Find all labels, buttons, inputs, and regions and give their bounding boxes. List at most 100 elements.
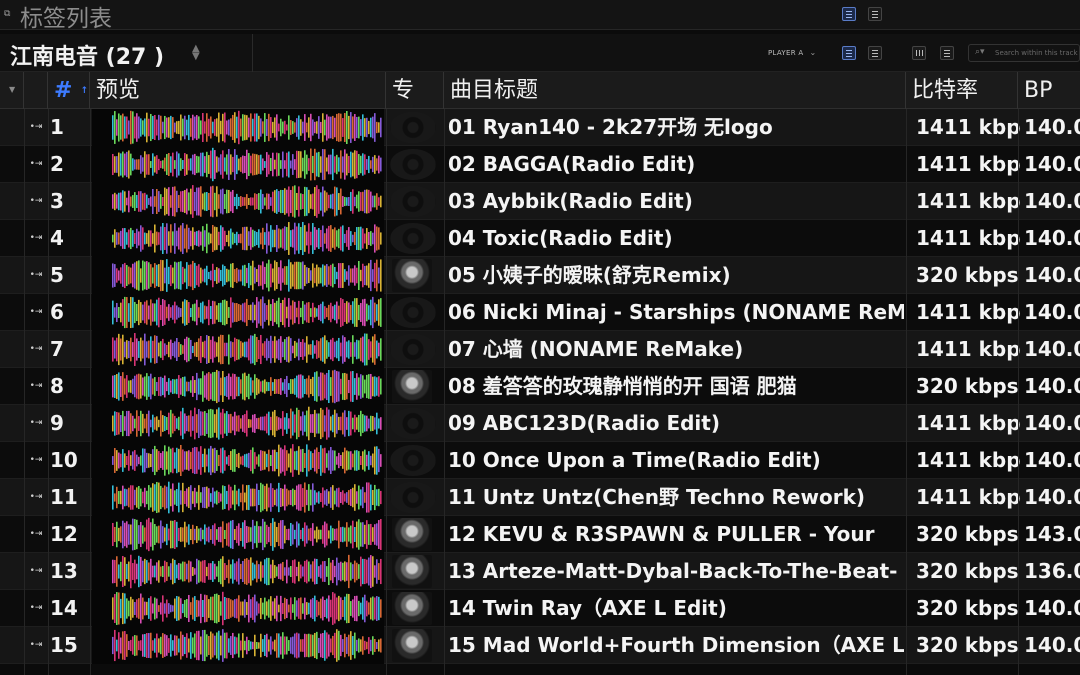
table-row[interactable]: •⇥4 04 Toxic(Radio Edit) 1411 kbp140.0 bbox=[0, 220, 1080, 257]
table-row[interactable]: •⇥ 1 01 Ryan140 - 2k27开场 无logo 1411 kbp 140.… bbox=[0, 109, 1080, 146]
waveform-preview[interactable] bbox=[92, 627, 384, 664]
column-artwork[interactable]: 专 bbox=[386, 72, 444, 109]
track-title: 14 Twin Ray（AXE L Edit) bbox=[448, 596, 727, 620]
track-bitrate: 1411 kbp bbox=[916, 300, 1020, 324]
tag-icon[interactable]: •⇥ bbox=[26, 442, 46, 479]
table-row[interactable]: •⇥ 11 11 Untz Untz(Chen野 Techno Rework) 141… bbox=[0, 479, 1080, 516]
track-bpm: 136.0 bbox=[1024, 559, 1080, 583]
table-row[interactable]: •⇥14 14 Twin Ray（AXE L Edit) 320 kbps140.0 bbox=[0, 590, 1080, 627]
tag-icon[interactable]: •⇥ bbox=[26, 405, 46, 442]
artwork bbox=[386, 516, 442, 553]
artwork bbox=[386, 183, 442, 220]
tag-icon[interactable]: •⇥ bbox=[26, 183, 46, 220]
column-view-icon[interactable] bbox=[912, 46, 926, 60]
tag-icon[interactable]: •⇥ bbox=[26, 146, 46, 183]
track-bpm: 140.0 bbox=[1024, 337, 1080, 361]
waveform-graphic bbox=[112, 110, 382, 145]
waveform-graphic bbox=[112, 591, 382, 626]
column-number-label: # bbox=[54, 78, 73, 103]
chevron-down-icon: ▼ bbox=[9, 85, 16, 94]
column-title[interactable]: 曲目标题 bbox=[444, 72, 906, 109]
table-row[interactable]: •⇥ 10 10 Once Upon a Time(Radio Edit) 1411 … bbox=[0, 442, 1080, 479]
waveform-graphic bbox=[112, 333, 382, 366]
sort-caret-icon[interactable]: ▲ ▼ bbox=[192, 44, 200, 62]
table-row[interactable]: •⇥ 12 12 KEVU & R3SPAWN & PULLER - Your 320… bbox=[0, 516, 1080, 553]
view-list-icon[interactable] bbox=[842, 7, 856, 21]
track-bitrate: 1411 kbp bbox=[916, 448, 1020, 472]
track-title: 11 Untz Untz(Chen野 Techno Rework) bbox=[448, 485, 866, 509]
track-title: 02 BAGGA(Radio Edit) bbox=[448, 152, 696, 176]
table-row[interactable]: •⇥3 03 Aybbik(Radio Edit) 1411 kbp140.0 bbox=[0, 183, 1080, 220]
waveform-preview[interactable] bbox=[92, 590, 384, 627]
tag-icon[interactable]: •⇥ bbox=[26, 294, 46, 331]
playlist-header: 江南电音 (27 ) ▲ ▼ PLAYER A ⌄ bbox=[0, 34, 1080, 72]
track-bpm: 140.0 bbox=[1024, 596, 1080, 620]
sort-asc-icon: ↑ bbox=[80, 85, 88, 96]
vinyl-disc-icon bbox=[390, 482, 436, 513]
waveform-preview[interactable] bbox=[92, 553, 384, 590]
column-number[interactable]: # ↑ bbox=[48, 72, 90, 109]
waveform-preview[interactable] bbox=[92, 516, 384, 553]
table-row[interactable]: •⇥ 15 15 Mad World+Fourth Dimension（AXE L 3… bbox=[0, 627, 1080, 664]
track-bitrate: 320 kbps bbox=[916, 374, 1019, 398]
waveform-preview[interactable] bbox=[92, 220, 384, 257]
track-bpm: 143.0 bbox=[1024, 522, 1080, 546]
waveform-preview[interactable] bbox=[92, 368, 384, 405]
grid-view-icon[interactable] bbox=[940, 46, 954, 60]
tag-icon[interactable]: •⇥ bbox=[26, 109, 46, 146]
tag-icon[interactable]: •⇥ bbox=[26, 516, 46, 553]
waveform-graphic bbox=[112, 481, 382, 514]
player-selector[interactable]: PLAYER A ⌄ bbox=[768, 46, 817, 60]
track-title: 12 KEVU & R3SPAWN & PULLER - Your bbox=[448, 522, 875, 546]
tag-icon[interactable]: •⇥ bbox=[26, 331, 46, 368]
table-row[interactable]: •⇥7 07 心墙 (NONAME ReMake) 1411 kbp140.0 bbox=[0, 331, 1080, 368]
table-row[interactable]: •⇥ 6 06 Nicki Minaj - Starships (NONAME Re… bbox=[0, 294, 1080, 331]
waveform-preview[interactable] bbox=[92, 331, 384, 368]
track-bitrate: 1411 kbp bbox=[916, 189, 1020, 213]
tag-icon[interactable]: •⇥ bbox=[26, 368, 46, 405]
waveform-graphic bbox=[112, 629, 382, 662]
view-compact-icon[interactable] bbox=[868, 7, 882, 21]
track-bitrate: 1411 kbp bbox=[916, 337, 1020, 361]
waveform-preview[interactable] bbox=[92, 405, 384, 442]
tag-icon[interactable]: •⇥ bbox=[26, 553, 46, 590]
waveform-preview[interactable] bbox=[92, 294, 384, 331]
table-row[interactable]: •⇥2 02 BAGGA(Radio Edit) 1411 kbp140.0 bbox=[0, 146, 1080, 183]
track-number: 14 bbox=[50, 596, 78, 620]
waveform-preview[interactable] bbox=[92, 257, 384, 294]
search-box[interactable]: ⌕▾ bbox=[968, 44, 1080, 62]
artwork bbox=[386, 479, 442, 516]
waveform-preview[interactable] bbox=[92, 183, 384, 220]
track-title: 05 小姨子的暧昧(舒克Remix) bbox=[448, 263, 731, 287]
tag-icon[interactable]: •⇥ bbox=[26, 590, 46, 627]
chevron-down-icon: ⌄ bbox=[809, 48, 817, 57]
column-bpm[interactable]: BP bbox=[1018, 72, 1080, 109]
column-menu[interactable]: ▼ bbox=[0, 72, 24, 109]
track-title: 07 心墙 (NONAME ReMake) bbox=[448, 337, 744, 361]
search-input[interactable] bbox=[995, 46, 1080, 60]
view-compact-icon[interactable] bbox=[868, 46, 882, 60]
waveform-graphic bbox=[112, 369, 382, 404]
tag-icon[interactable]: •⇥ bbox=[26, 257, 46, 294]
column-preview[interactable]: 预览 bbox=[90, 72, 386, 109]
table-row[interactable]: •⇥8 08 羞答答的玫瑰静悄悄的开 国语 肥猫 320 kbps140.0 bbox=[0, 368, 1080, 405]
waveform-preview[interactable] bbox=[92, 146, 384, 183]
tag-icon[interactable]: •⇥ bbox=[26, 220, 46, 257]
artwork bbox=[386, 220, 442, 257]
waveform-preview[interactable] bbox=[92, 479, 384, 516]
column-tag[interactable] bbox=[24, 72, 48, 109]
track-number: 4 bbox=[50, 226, 64, 250]
divider bbox=[24, 109, 25, 675]
table-row[interactable]: •⇥ 13 13 Arteze-Matt-Dybal-Back-To-The-Bea… bbox=[0, 553, 1080, 590]
tag-icon[interactable]: •⇥ bbox=[26, 627, 46, 664]
track-bpm: 140.0 bbox=[1024, 189, 1080, 213]
table-row[interactable]: •⇥5 05 小姨子的暧昧(舒克Remix) 320 kbps140.0 bbox=[0, 257, 1080, 294]
waveform-preview[interactable] bbox=[92, 109, 384, 146]
vinyl-disc-icon bbox=[390, 334, 436, 365]
track-bitrate: 320 kbps bbox=[916, 522, 1019, 546]
table-row[interactable]: •⇥9 09 ABC123D(Radio Edit) 1411 kbp140.0 bbox=[0, 405, 1080, 442]
tag-icon[interactable]: •⇥ bbox=[26, 479, 46, 516]
view-list-icon[interactable] bbox=[842, 46, 856, 60]
column-bitrate[interactable]: 比特率 bbox=[906, 72, 1018, 109]
waveform-preview[interactable] bbox=[92, 442, 384, 479]
